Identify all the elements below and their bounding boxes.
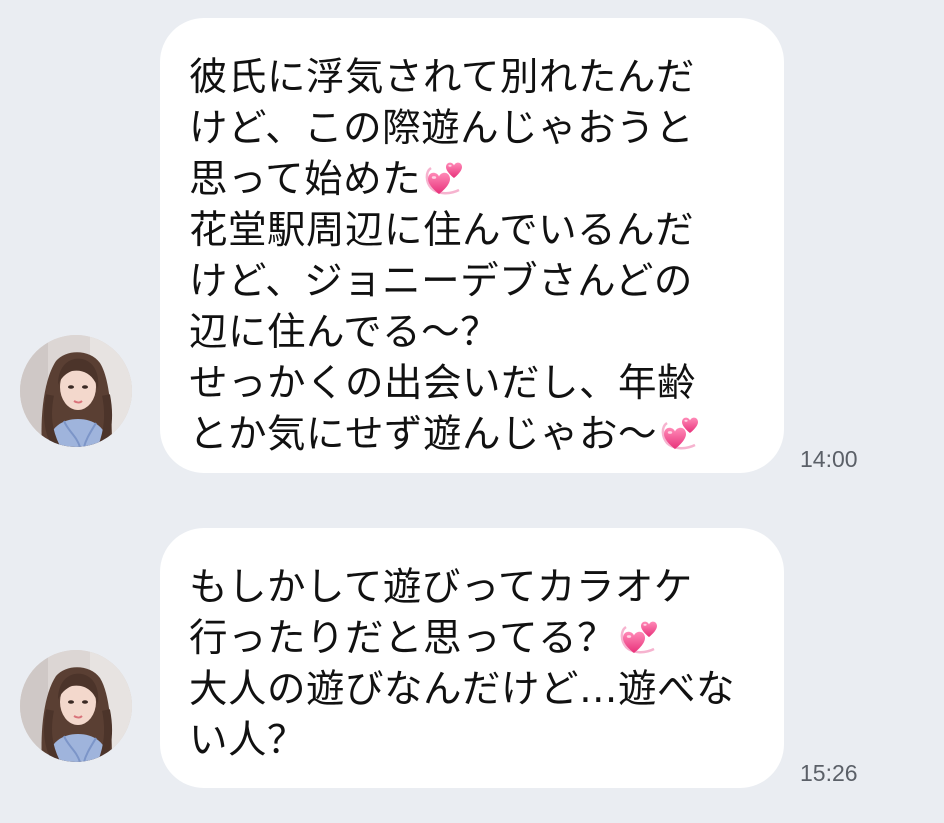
message-timestamp: 15:26 (800, 760, 858, 786)
message-line: 大人の遊びなんだけど…遊べな (189, 667, 736, 712)
two-hearts-icon (618, 617, 662, 657)
message-text: もしかして遊びってカラオケ 行ったりだと思ってる？ 大人の遊びなんだけど…遊べな… (189, 562, 756, 766)
message-line: もしかして遊びってカラオケ (189, 565, 693, 610)
message-line: い人？ (189, 718, 307, 763)
avatar-photo-icon (20, 650, 132, 762)
message-bubble[interactable]: もしかして遊びってカラオケ 行ったりだと思ってる？ 大人の遊びなんだけど…遊べな… (160, 528, 784, 788)
message-row-2: もしかして遊びってカラオケ 行ったりだと思ってる？ 大人の遊びなんだけど…遊べな… (0, 0, 944, 823)
message-line: 行ったりだと思ってる？ (189, 613, 756, 664)
avatar[interactable] (20, 650, 132, 762)
